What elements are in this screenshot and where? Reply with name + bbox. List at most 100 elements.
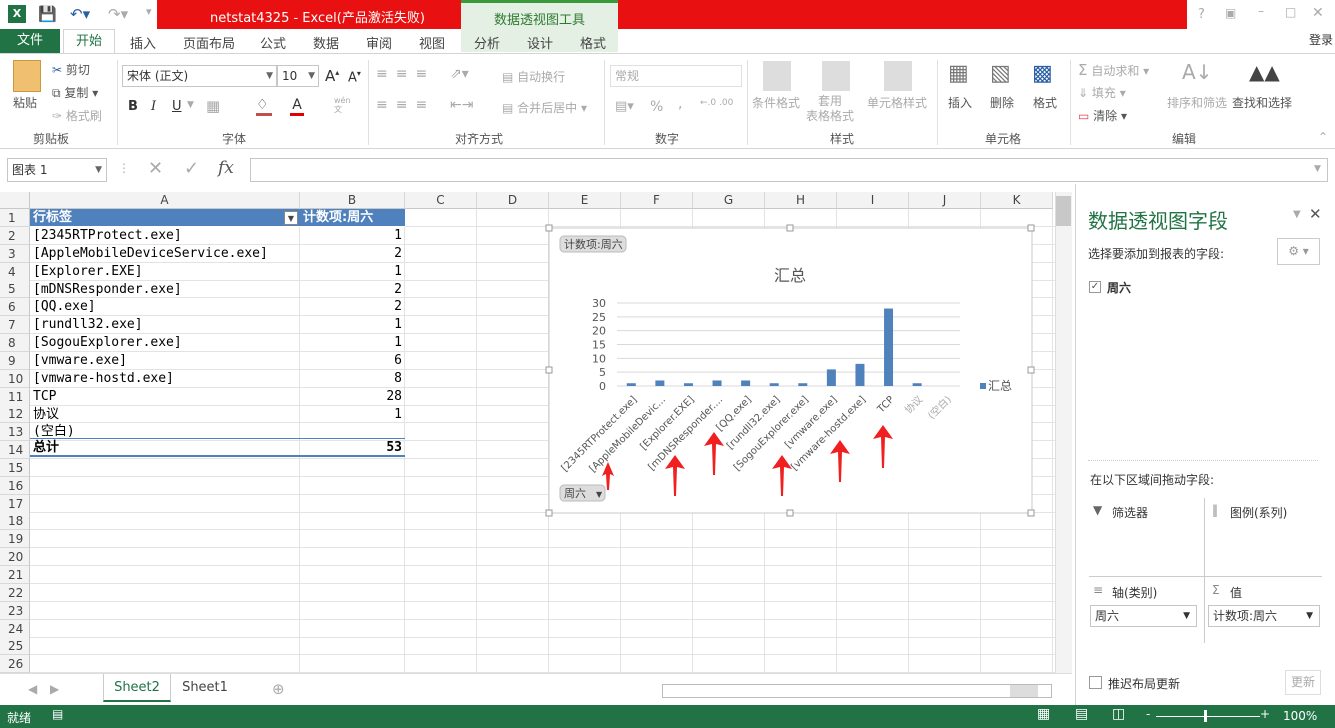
- decimal-buttons[interactable]: ←.0 .00: [700, 98, 733, 108]
- formula-input[interactable]: [250, 158, 1328, 182]
- pivot-row-value[interactable]: 2: [300, 298, 402, 316]
- tab-format[interactable]: 格式: [580, 33, 606, 52]
- horizontal-scroll-thumb[interactable]: [1010, 685, 1038, 697]
- borders-icon[interactable]: ▦: [206, 97, 220, 115]
- font-name-select[interactable]: 宋体 (正文) ▼: [122, 65, 277, 87]
- row-header[interactable]: 26: [0, 655, 30, 674]
- pivot-row-label[interactable]: [AppleMobileDeviceService.exe]: [33, 245, 298, 263]
- tab-design[interactable]: 设计: [527, 33, 553, 52]
- pivot-row-value[interactable]: 6: [300, 352, 402, 370]
- zoom-out-button[interactable]: -: [1146, 707, 1150, 721]
- conditional-format-button[interactable]: 条件格式: [752, 94, 800, 111]
- sheet-tab[interactable]: Sheet1: [171, 674, 239, 702]
- horizontal-scrollbar[interactable]: [662, 684, 1052, 698]
- prev-sheet-icon[interactable]: ◀: [28, 682, 37, 696]
- pivot-row-label[interactable]: TCP: [33, 388, 298, 406]
- zoom-slider-thumb[interactable]: [1204, 710, 1207, 722]
- page-break-view-icon[interactable]: ◫: [1112, 706, 1125, 722]
- pivot-row-value[interactable]: 1: [300, 316, 402, 334]
- font-size-select[interactable]: 10 ▼: [277, 65, 319, 87]
- conditional-format-icon[interactable]: [763, 61, 791, 91]
- insert-function-icon[interactable]: fx: [218, 158, 234, 178]
- save-icon[interactable]: 💾: [38, 5, 57, 23]
- format-painter-button[interactable]: ✑ 格式刷: [52, 107, 102, 124]
- help-button[interactable]: ?: [1198, 7, 1205, 22]
- pivot-row-value[interactable]: 1: [300, 227, 402, 245]
- row-header[interactable]: 18: [0, 512, 30, 531]
- vertical-align-icons[interactable]: ≡≡≡: [376, 66, 435, 82]
- pivot-row-label[interactable]: [QQ.exe]: [33, 298, 298, 316]
- customize-toolbar-icon[interactable]: ▾: [146, 5, 152, 18]
- tab-formulas[interactable]: 公式: [260, 33, 286, 52]
- decrease-font-icon[interactable]: A▾: [348, 69, 361, 85]
- sign-in-link[interactable]: 登录: [1309, 31, 1333, 48]
- vertical-scrollbar[interactable]: [1055, 192, 1072, 673]
- defer-update-checkbox[interactable]: [1089, 676, 1102, 689]
- row-header[interactable]: 16: [0, 476, 30, 495]
- column-header[interactable]: C: [405, 192, 477, 209]
- row-header[interactable]: 7: [0, 316, 30, 335]
- autosum-button[interactable]: Σ 自动求和 ▾: [1078, 61, 1149, 79]
- fill-button[interactable]: ⇓ 填充 ▾: [1078, 84, 1126, 101]
- row-header[interactable]: 24: [0, 619, 30, 638]
- row-header[interactable]: 6: [0, 298, 30, 317]
- select-all-corner[interactable]: [0, 192, 30, 209]
- wrap-text-button[interactable]: ▤ 自动换行: [502, 68, 565, 85]
- row-header[interactable]: 25: [0, 637, 30, 656]
- horizontal-align-icons[interactable]: ≡≡≡: [376, 97, 435, 113]
- row-header[interactable]: 3: [0, 244, 30, 263]
- row-header[interactable]: 21: [0, 566, 30, 584]
- page-layout-view-icon[interactable]: ▤: [1075, 706, 1088, 722]
- row-header[interactable]: 13: [0, 423, 30, 442]
- font-color-icon[interactable]: A: [290, 97, 304, 116]
- paste-icon[interactable]: [13, 60, 41, 92]
- axis-field-item[interactable]: 周六 ▼: [1090, 605, 1197, 627]
- zoom-slider[interactable]: [1156, 716, 1260, 717]
- pivot-row-value[interactable]: 1: [300, 263, 402, 281]
- row-header[interactable]: 10: [0, 369, 30, 388]
- clear-button[interactable]: ▭ 清除 ▾: [1078, 107, 1127, 124]
- row-header[interactable]: 19: [0, 530, 30, 549]
- indent-icons[interactable]: ⇤⇥: [450, 97, 473, 113]
- collapse-ribbon-icon[interactable]: ⌃: [1318, 130, 1328, 144]
- row-header[interactable]: 1: [0, 209, 30, 227]
- bold-button[interactable]: B: [128, 99, 138, 114]
- format-as-table-icon[interactable]: [822, 61, 850, 91]
- column-header[interactable]: B: [300, 192, 405, 209]
- row-header[interactable]: 14: [0, 441, 30, 460]
- tab-insert[interactable]: 插入: [130, 33, 156, 52]
- binoculars-icon[interactable]: ▲▲: [1249, 60, 1280, 84]
- pivot-chart[interactable]: 计数项:周六汇总051015202530[2345RTProtect.exe][…: [545, 224, 1037, 518]
- filter-dropdown-button[interactable]: ▼: [284, 211, 298, 225]
- row-header[interactable]: 22: [0, 583, 30, 602]
- name-box[interactable]: 图表 1 ▼: [7, 158, 107, 182]
- find-select-button[interactable]: 查找和选择: [1232, 94, 1292, 111]
- zoom-in-button[interactable]: +: [1260, 707, 1270, 721]
- pivot-row-value[interactable]: 8: [300, 370, 402, 388]
- orientation-icon[interactable]: ⇗▾: [450, 66, 469, 82]
- field-checkbox[interactable]: ✓: [1089, 281, 1101, 293]
- row-header[interactable]: 8: [0, 333, 30, 352]
- normal-view-icon[interactable]: ▦: [1037, 706, 1050, 722]
- row-header[interactable]: 20: [0, 548, 30, 567]
- gear-icon[interactable]: ⚙ ▾: [1277, 238, 1320, 265]
- pivot-row-value[interactable]: 2: [300, 245, 402, 263]
- close-button[interactable]: ✕: [1312, 5, 1324, 21]
- italic-button[interactable]: I: [151, 99, 156, 114]
- column-header[interactable]: K: [981, 192, 1053, 209]
- pivot-row-label[interactable]: [vmware-hostd.exe]: [33, 370, 298, 388]
- delete-cells-button[interactable]: 删除: [990, 94, 1014, 111]
- phonetic-button[interactable]: wén 文: [334, 96, 351, 114]
- update-button[interactable]: 更新: [1285, 670, 1321, 695]
- tab-home[interactable]: 开始: [63, 29, 115, 54]
- column-header[interactable]: D: [477, 192, 549, 209]
- row-header[interactable]: 17: [0, 494, 30, 513]
- underline-button[interactable]: U: [172, 99, 182, 114]
- tab-view[interactable]: 视图: [419, 33, 445, 52]
- format-as-table-button[interactable]: 套用 表格格式: [806, 94, 854, 124]
- row-header[interactable]: 23: [0, 601, 30, 620]
- pivot-row-label[interactable]: [2345RTProtect.exe]: [33, 227, 298, 245]
- row-header[interactable]: 4: [0, 262, 30, 281]
- insert-cells-button[interactable]: 插入: [948, 94, 972, 111]
- pivot-row-value[interactable]: 28: [300, 388, 402, 406]
